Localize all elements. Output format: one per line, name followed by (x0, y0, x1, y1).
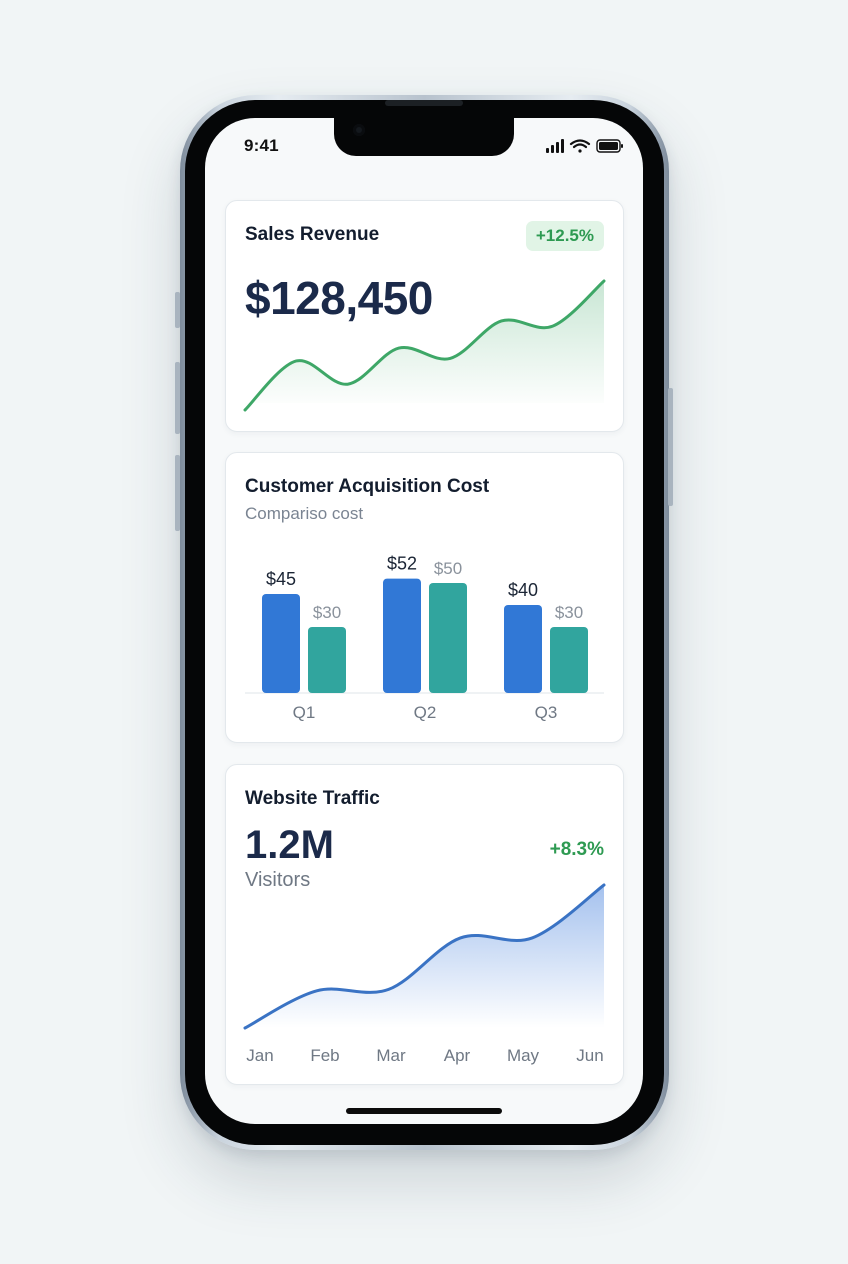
x-tick-label: Jan (246, 1046, 273, 1065)
bar-value-label: $40 (508, 580, 538, 600)
x-tick-label: Q1 (293, 703, 316, 722)
bar-value-label: $30 (313, 603, 341, 622)
bar-value-label: $50 (434, 559, 462, 578)
volume-up-button (175, 362, 180, 434)
bar (308, 627, 346, 693)
bar-value-label: $45 (266, 569, 296, 589)
x-tick-label: Mar (376, 1046, 406, 1065)
power-button (668, 388, 673, 506)
customer-acquisition-cost-card[interactable]: Customer Acquisition Cost Compariso cost… (225, 452, 624, 743)
website-traffic-card[interactable]: Website Traffic 1.2M +8.3% Visitors Jan F… (225, 764, 624, 1085)
x-tick-label: Feb (310, 1046, 339, 1065)
front-camera (353, 124, 365, 136)
bar (504, 605, 542, 693)
silent-switch (175, 292, 180, 328)
bar (550, 627, 588, 693)
x-tick-label: Q2 (414, 703, 437, 722)
sales-area-fill (245, 281, 604, 410)
x-tick-label: Jun (576, 1046, 603, 1065)
home-indicator[interactable] (346, 1108, 502, 1114)
cac-bar-chart: $45 $30 Q1 $52 $50 Q2 $40 $30 Q3 (245, 554, 604, 722)
x-tick-label: May (507, 1046, 540, 1065)
bar (383, 578, 421, 693)
status-time: 9:41 (244, 136, 279, 155)
sales-trend-chart (243, 279, 606, 412)
battery-icon (596, 139, 623, 153)
cellular-signal-icon (546, 139, 564, 153)
status-icons (546, 139, 623, 153)
earpiece-speaker (385, 100, 463, 106)
bar (262, 594, 300, 693)
bar-value-label: $52 (387, 554, 417, 574)
traffic-area-fill (245, 885, 604, 1028)
wifi-icon (569, 139, 591, 153)
bar (429, 583, 467, 693)
volume-down-button (175, 455, 180, 531)
x-tick-label: Apr (444, 1046, 471, 1065)
traffic-area-chart: Jan Feb Mar Apr May Jun (243, 883, 606, 1065)
sales-revenue-card[interactable]: Sales Revenue +12.5% $128,450 (225, 200, 624, 432)
x-tick-label: Q3 (535, 703, 558, 722)
bar-value-label: $30 (555, 603, 583, 622)
